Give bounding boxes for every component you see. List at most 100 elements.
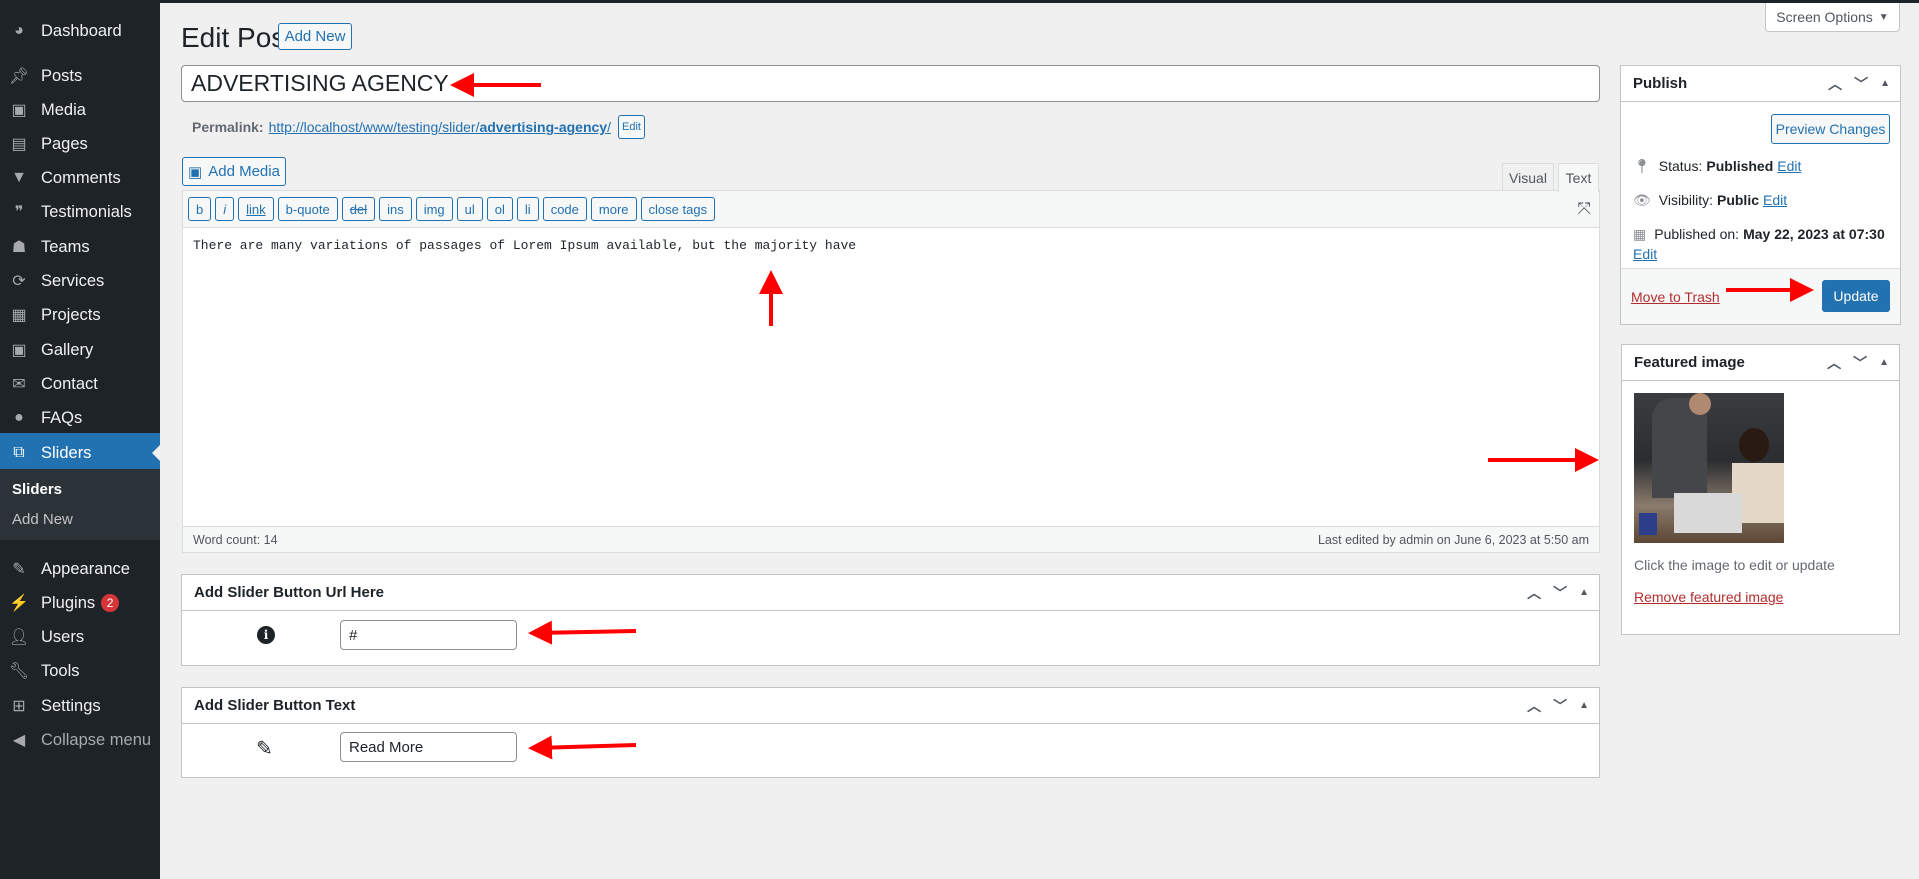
caret-down-icon: ▼ [1878,11,1889,23]
collapse-menu[interactable]: ◀ Collapse menu [0,723,160,757]
featured-image-thumbnail[interactable] [1634,393,1784,543]
quicktag-del[interactable]: del [341,197,376,221]
quicktag-close-tags[interactable]: close tags [640,197,716,221]
submenu-add-new[interactable]: Add New [12,511,73,528]
post-title-input[interactable]: ADVERTISING AGENCY [181,65,1600,102]
quicktag-ul[interactable]: ul [456,197,483,221]
status-edit-link[interactable]: Edit [1777,158,1801,175]
visibility-edit-link[interactable]: Edit [1763,192,1787,209]
menu-contact[interactable]: ✉ Contact [0,367,160,401]
move-up-icon[interactable]: ︿ [1527,583,1541,603]
groups-icon: ☗ [11,239,27,256]
menu-projects[interactable]: ▦ Projects [0,298,160,332]
quicktag-i[interactable]: i [215,197,235,221]
remove-featured-image-link[interactable]: Remove featured image [1634,589,1783,605]
add-media-button[interactable]: ▣ Add Media [182,157,286,186]
move-to-trash-link[interactable]: Move to Trash [1631,289,1720,305]
slider-text-input[interactable]: Read More [340,732,517,762]
quicktag-li[interactable]: li [516,197,539,221]
metabox-title: Add Slider Button Text [194,697,356,714]
editor-status-bar: Word count: 14 Last edited by admin on J… [183,526,1599,552]
move-down-icon[interactable]: ﹀ [1854,74,1868,94]
menu-faqs[interactable]: ● FAQs [0,401,160,435]
publish-title: Publish [1633,75,1688,92]
preview-changes-button[interactable]: Preview Changes [1771,114,1890,144]
media-icon: ▣ [11,102,27,119]
tab-visual[interactable]: Visual [1502,163,1554,191]
quicktag-img[interactable]: img [415,197,453,221]
slider-url-input[interactable]: # [340,620,517,650]
chat-icon: ● [14,409,24,426]
admin-sidebar: ◕ Dashboard 📌︎ Posts ▣ Media ▤ Pages ▼ Commen… [0,0,160,879]
fullscreen-icon[interactable]: ⤧ [1577,199,1591,219]
permalink-row: Permalink: http://localhost/www/testing/… [192,115,645,139]
wrench-icon: 🔧︎ [8,663,30,680]
menu-users[interactable]: 👤︎ Users [0,620,160,654]
update-button[interactable]: Update [1822,280,1890,312]
word-count: Word count: 14 [193,532,278,547]
brush-icon: ✎ [12,561,26,578]
permalink-edit-button[interactable]: Edit [617,115,645,139]
calendar-icon: ▦ [1633,226,1647,242]
featured-image-box: Featured image ︿ ﹀ ▲ Click the image to ed… [1621,344,1900,635]
add-new-button[interactable]: Add New [278,23,352,50]
pencil-icon: ✎ [256,738,273,760]
quicktag-ol[interactable]: ol [486,197,513,221]
quicktag-b[interactable]: b [188,197,212,221]
menu-plugins[interactable]: ⚡ Plugins 2 [0,586,160,620]
toggle-icon[interactable]: ▲ [1579,587,1589,603]
quicktag-ins[interactable]: ins [379,197,412,221]
menu-gallery[interactable]: ▣ Gallery [0,333,160,367]
quicktag-link[interactable]: link [238,197,274,221]
published-edit-link[interactable]: Edit [1633,246,1657,262]
screen-options-button[interactable]: Screen Options ▼ [1765,3,1900,32]
tab-text[interactable]: Text [1558,163,1599,192]
menu-posts[interactable]: 📌︎ Posts [0,59,160,93]
permalink-link[interactable]: http://localhost/www/testing/slider/adve… [269,119,611,135]
menu-services[interactable]: ⟳ Services [0,264,160,298]
move-down-icon[interactable]: ﹀ [1553,696,1567,716]
submenu-sliders[interactable]: Sliders [12,481,62,498]
move-down-icon[interactable]: ﹀ [1853,353,1867,373]
menu-comments[interactable]: ▼ Comments [0,161,160,195]
publish-box: Publish ︿ ﹀ ▲ Preview Changes 📍︎ Status: Pub… [1620,65,1901,325]
menu-dashboard[interactable]: ◕ Dashboard [0,14,160,48]
menu-sliders[interactable]: ⧉ Sliders [0,433,160,473]
menu-teams[interactable]: ☗ Teams [0,230,160,264]
dashboard-icon: ◕ [14,22,24,39]
menu-media[interactable]: ▣ Media [0,93,160,127]
page-title: Edit Post [181,22,294,53]
toggle-icon[interactable]: ▲ [1579,700,1589,716]
menu-settings[interactable]: ⊞ Settings [0,689,160,723]
toggle-icon[interactable]: ▲ [1880,78,1890,94]
metabox-title: Add Slider Button Url Here [194,584,385,601]
move-up-icon[interactable]: ︿ [1828,74,1842,94]
toggle-icon[interactable]: ▲ [1879,357,1889,373]
media-icon: ▣ [188,163,203,181]
menu-pages[interactable]: ▤ Pages [0,127,160,161]
last-edited: Last edited by admin on June 6, 2023 at … [1317,532,1589,547]
quicktag-code[interactable]: code [542,197,587,221]
move-down-icon[interactable]: ﹀ [1553,583,1567,603]
menu-testimonials[interactable]: ❞ Testimonials [0,195,160,229]
comment-icon: ▼ [11,169,27,186]
published-row: ▦ Published on: May 22, 2023 at 07:30 [1633,226,1885,242]
move-up-icon[interactable]: ︿ [1827,353,1841,373]
editor: b i link b-quote del ins img ul ol li code more clos… [182,190,1600,553]
menu-appearance[interactable]: ✎ Appearance [0,552,160,586]
quicktag-b-quote[interactable]: b-quote [277,197,338,221]
plugins-update-badge: 2 [101,594,120,612]
sliders-submenu: Sliders Add New [0,469,160,540]
pages-icon: ▤ [11,136,27,153]
editor-textarea[interactable]: There are many variations of passages of… [183,228,1599,526]
quicktags-toolbar: b i link b-quote del ins img ul ol li code more clos… [183,191,1599,228]
move-up-icon[interactable]: ︿ [1527,696,1541,716]
info-icon: i [257,626,275,644]
update-icon: ⟳ [12,273,26,290]
menu-tools[interactable]: 🔧︎ Tools [0,654,160,688]
quicktag-more[interactable]: more [590,197,637,221]
featured-hint: Click the image to edit or update [1634,557,1835,573]
featured-title: Featured image [1634,354,1745,371]
layout-icon: ▦ [11,307,27,324]
gallery-icon: ▣ [11,342,27,359]
